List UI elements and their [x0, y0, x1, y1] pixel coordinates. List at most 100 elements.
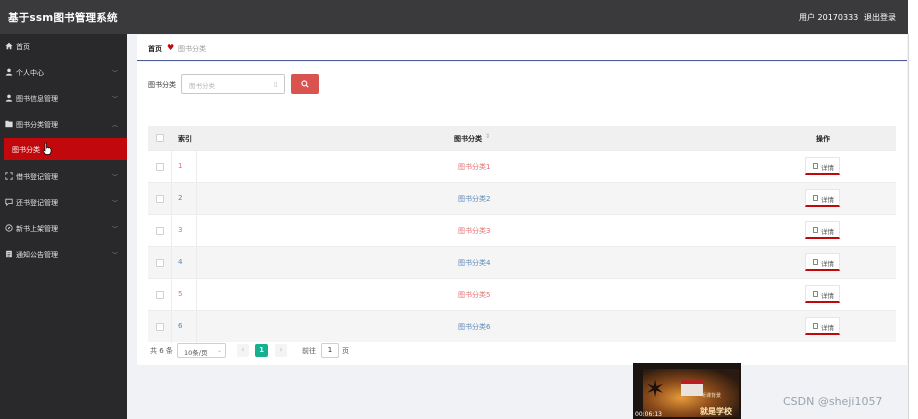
row-category: 图书分类5 — [458, 291, 491, 299]
row-checkbox[interactable] — [156, 291, 164, 299]
row-index: 3 — [178, 226, 183, 234]
row-index: 4 — [178, 258, 183, 266]
heart-icon: ♥ — [167, 43, 175, 52]
column-divider — [196, 311, 197, 343]
folder-icon — [5, 120, 13, 128]
sidebar-item-label: 还书登记管理 — [16, 199, 58, 207]
row-category: 图书分类3 — [458, 227, 491, 235]
sidebar-item-book-info[interactable]: 图书信息管理 ﹀ — [0, 86, 127, 112]
table-row: 2 图书分类2 详情 — [148, 182, 896, 215]
app-title: 基于ssm图书管理系统 — [8, 12, 118, 24]
document-icon — [6, 250, 12, 258]
page-size-value: 10条/页 — [184, 349, 208, 357]
detail-button[interactable]: 详情 — [805, 221, 840, 239]
chevron-down-icon: ⌄ — [217, 347, 223, 354]
page-number-button[interactable]: 1 — [255, 344, 268, 357]
goto-unit: 页 — [342, 347, 349, 355]
row-checkbox[interactable] — [156, 227, 164, 235]
document-icon — [813, 227, 818, 233]
detail-label: 详情 — [821, 228, 834, 236]
detail-button[interactable]: 详情 — [805, 285, 840, 303]
table-row: 6 图书分类6 详情 — [148, 310, 896, 343]
sidebar-item-return[interactable]: 还书登记管理 ﹀ — [0, 190, 127, 216]
next-page-button[interactable]: › — [275, 344, 287, 357]
row-index: 5 — [178, 290, 183, 298]
video-time: 00:06:13 — [635, 411, 662, 418]
row-checkbox[interactable] — [156, 195, 164, 203]
chevron-down-icon: ﹀ — [112, 200, 119, 207]
prev-page-button[interactable]: ‹ — [237, 344, 249, 357]
row-category: 图书分类4 — [458, 259, 491, 267]
table-row: 5 图书分类5 详情 — [148, 278, 896, 311]
sort-icon[interactable]: ⇕ — [485, 133, 490, 140]
sidebar-item-personal-center[interactable]: 个人中心 ﹀ — [0, 60, 127, 86]
search-button[interactable] — [291, 74, 319, 94]
search-input[interactable]: 图书分类 ▯ — [181, 74, 285, 94]
row-index: 6 — [178, 322, 183, 330]
sidebar: 首页 个人中心 ﹀ 图书信息管理 ﹀ 图书分类管理 ︿ 图书分类 借书登记管理 … — [0, 34, 127, 419]
document-icon — [813, 163, 818, 169]
header-operation: 操作 — [816, 135, 830, 143]
video-thumbnail[interactable]: ✶ 听课背景 就是学校 00:06:13 — [633, 363, 741, 419]
column-divider — [196, 279, 197, 311]
sidebar-item-label: 首页 — [16, 43, 30, 51]
goto-page-input[interactable]: 1 — [321, 343, 339, 358]
document-icon — [813, 195, 818, 201]
sidebar-subitem-label: 图书分类 — [12, 146, 40, 154]
palm-tree-icon: ✶ — [645, 375, 666, 403]
detail-button[interactable]: 详情 — [805, 157, 840, 175]
sidebar-item-label: 新书上架管理 — [16, 225, 58, 233]
row-index: 1 — [178, 162, 183, 170]
hand-cursor-icon — [42, 142, 52, 155]
sidebar-item-home[interactable]: 首页 — [0, 34, 127, 60]
detail-button[interactable]: 详情 — [805, 317, 840, 335]
breadcrumb-home[interactable]: 首页 — [148, 44, 162, 54]
sidebar-item-label: 图书信息管理 — [16, 95, 58, 103]
row-category: 图书分类6 — [458, 323, 491, 331]
sidebar-subitem-book-category[interactable]: 图书分类 — [4, 138, 127, 160]
row-index: 2 — [178, 194, 183, 202]
column-divider — [196, 151, 197, 183]
top-header: 基于ssm图书管理系统 用户 20170333 退出登录 — [0, 0, 918, 34]
column-divider — [196, 215, 197, 247]
detail-label: 详情 — [821, 164, 834, 172]
window-edge — [908, 0, 918, 34]
chevron-up-icon: ︿ — [112, 122, 119, 129]
row-checkbox[interactable] — [156, 163, 164, 171]
user-icon — [5, 94, 13, 102]
detail-button[interactable]: 详情 — [805, 253, 840, 271]
sidebar-item-label: 图书分类管理 — [16, 121, 58, 129]
table-header: 索引 图书分类 ⇕ 操作 — [148, 126, 896, 150]
sidebar-item-notice[interactable]: 通知公告管理 ﹀ — [0, 242, 127, 268]
logout-link[interactable]: 退出登录 — [864, 12, 896, 23]
breadcrumb: 首页 ♥ 图书分类 — [137, 35, 907, 61]
detail-button[interactable]: 详情 — [805, 189, 840, 207]
column-divider — [171, 247, 172, 279]
chevron-down-icon: ﹀ — [112, 174, 119, 181]
chevron-down-icon: ﹀ — [112, 96, 119, 103]
clear-icon: ▯ — [274, 80, 278, 88]
row-checkbox[interactable] — [156, 259, 164, 267]
search-label: 图书分类 — [148, 81, 176, 89]
select-all-checkbox[interactable] — [156, 134, 164, 142]
column-divider — [171, 311, 172, 343]
header-category[interactable]: 图书分类 — [454, 134, 482, 144]
compass-icon — [5, 224, 13, 232]
row-category: 图书分类2 — [458, 195, 491, 203]
sidebar-item-book-category[interactable]: 图书分类管理 ︿ — [0, 112, 127, 138]
page-size-select[interactable]: 10条/页 ⌄ — [177, 343, 226, 358]
card-image — [681, 380, 703, 396]
header-index: 索引 — [178, 135, 192, 143]
expand-icon — [5, 172, 13, 180]
detail-label: 详情 — [821, 196, 834, 204]
video-caption-large: 就是学校 — [700, 406, 732, 416]
sidebar-item-borrow[interactable]: 借书登记管理 ﹀ — [0, 164, 127, 190]
sidebar-item-new-books[interactable]: 新书上架管理 ﹀ — [0, 216, 127, 242]
column-divider — [196, 183, 197, 215]
watermark: CSDN @sheji1057 — [783, 395, 883, 408]
home-icon — [5, 42, 13, 50]
goto-label: 前往 — [302, 347, 316, 355]
row-checkbox[interactable] — [156, 323, 164, 331]
table-row: 4 图书分类4 详情 — [148, 246, 896, 279]
row-category: 图书分类1 — [458, 163, 491, 171]
